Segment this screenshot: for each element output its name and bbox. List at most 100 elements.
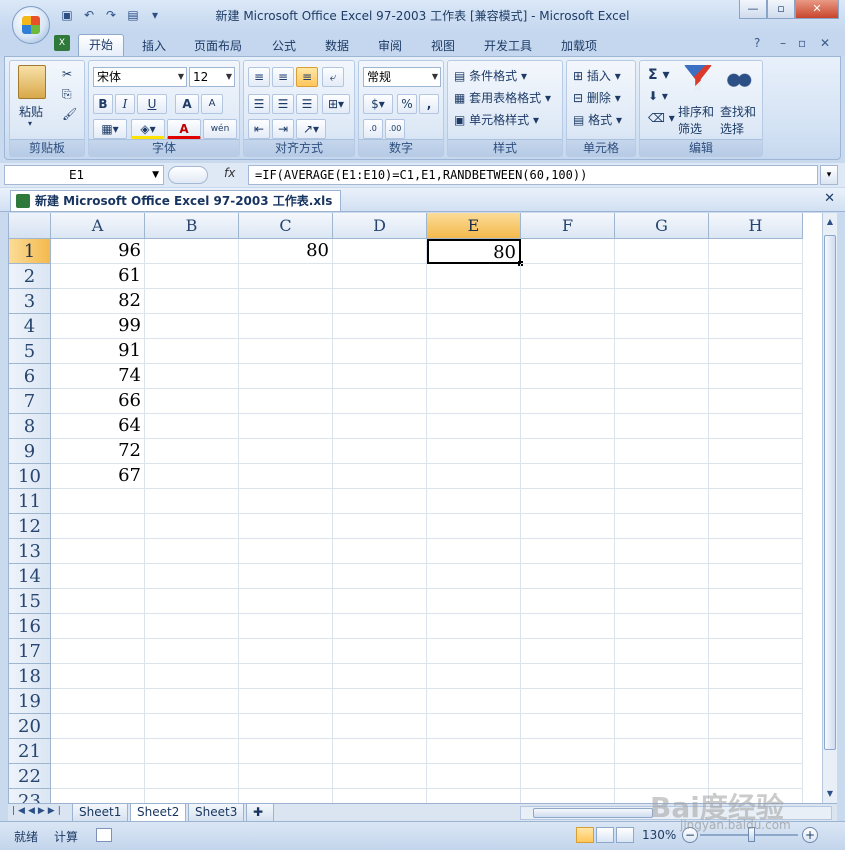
sheet-tab-1[interactable]: Sheet1: [72, 804, 129, 822]
cell-g4[interactable]: [615, 314, 709, 339]
cell-b11[interactable]: [145, 489, 239, 514]
cell-g6[interactable]: [615, 364, 709, 389]
cell-h14[interactable]: [709, 564, 803, 589]
cell-h9[interactable]: [709, 439, 803, 464]
cell-a2[interactable]: 61: [51, 264, 145, 289]
cell-f23[interactable]: [521, 789, 615, 803]
cell-c23[interactable]: [239, 789, 333, 803]
cell-g11[interactable]: [615, 489, 709, 514]
cell-f9[interactable]: [521, 439, 615, 464]
cell-g3[interactable]: [615, 289, 709, 314]
page-break-view-button[interactable]: [616, 827, 634, 843]
cell-a11[interactable]: [51, 489, 145, 514]
cell-c6[interactable]: [239, 364, 333, 389]
cell-d3[interactable]: [333, 289, 427, 314]
cell-c10[interactable]: [239, 464, 333, 489]
cell-d9[interactable]: [333, 439, 427, 464]
cell-h8[interactable]: [709, 414, 803, 439]
cell-e17[interactable]: [427, 639, 521, 664]
cell-d22[interactable]: [333, 764, 427, 789]
cell-d2[interactable]: [333, 264, 427, 289]
cell-f6[interactable]: [521, 364, 615, 389]
cell-f11[interactable]: [521, 489, 615, 514]
workbook-close-icon[interactable]: ✕: [824, 191, 835, 206]
italic-button[interactable]: I: [115, 94, 135, 114]
cell-h6[interactable]: [709, 364, 803, 389]
cell-f10[interactable]: [521, 464, 615, 489]
cell-c12[interactable]: [239, 514, 333, 539]
tab-review[interactable]: 审阅: [378, 36, 402, 56]
align-center-button[interactable]: ☰: [272, 94, 294, 114]
cell-d20[interactable]: [333, 714, 427, 739]
minimize-button[interactable]: —: [739, 0, 767, 19]
cell-c7[interactable]: [239, 389, 333, 414]
cell-c14[interactable]: [239, 564, 333, 589]
decrease-decimal-button[interactable]: .00: [385, 119, 405, 139]
cell-h15[interactable]: [709, 589, 803, 614]
formula-input[interactable]: =IF(AVERAGE(E1:E10)=C1,E1,RANDBETWEEN(60…: [248, 165, 818, 185]
cell-a5[interactable]: 91: [51, 339, 145, 364]
cell-g21[interactable]: [615, 739, 709, 764]
cell-f15[interactable]: [521, 589, 615, 614]
insert-sheet-icon[interactable]: ✚: [246, 804, 274, 822]
cell-f3[interactable]: [521, 289, 615, 314]
cell-d18[interactable]: [333, 664, 427, 689]
sort-filter-label-1[interactable]: 排序和: [678, 103, 714, 120]
cell-e2[interactable]: [427, 264, 521, 289]
cell-a8[interactable]: 64: [51, 414, 145, 439]
tab-addins[interactable]: 加载项: [561, 36, 597, 56]
cell-a23[interactable]: [51, 789, 145, 803]
cell-f12[interactable]: [521, 514, 615, 539]
grow-font-button[interactable]: A: [175, 94, 199, 114]
cell-a22[interactable]: [51, 764, 145, 789]
underline-button[interactable]: U: [137, 94, 167, 114]
cell-c18[interactable]: [239, 664, 333, 689]
cell-h19[interactable]: [709, 689, 803, 714]
align-right-button[interactable]: ☰: [296, 94, 318, 114]
cell-e16[interactable]: [427, 614, 521, 639]
align-bottom-button[interactable]: ≡: [296, 67, 318, 87]
format-painter-icon[interactable]: 🖌: [62, 107, 77, 121]
format-as-table-button[interactable]: ▦ 套用表格格式 ▾: [454, 89, 551, 106]
row-header-10[interactable]: 10: [9, 464, 51, 489]
row-header-5[interactable]: 5: [9, 339, 51, 364]
cell-d12[interactable]: [333, 514, 427, 539]
format-cells-button[interactable]: ▤ 格式 ▾: [573, 111, 622, 128]
row-header-7[interactable]: 7: [9, 389, 51, 414]
cell-h2[interactable]: [709, 264, 803, 289]
fill-icon[interactable]: ⬇ ▾: [648, 89, 668, 103]
border-button[interactable]: ▦▾: [93, 119, 127, 139]
zoom-in-button[interactable]: +: [802, 827, 818, 843]
comma-button[interactable]: ,: [419, 94, 439, 114]
cell-c19[interactable]: [239, 689, 333, 714]
cell-c11[interactable]: [239, 489, 333, 514]
cell-h11[interactable]: [709, 489, 803, 514]
wrap-text-button[interactable]: ⤶: [322, 67, 344, 87]
cell-a12[interactable]: [51, 514, 145, 539]
office-button[interactable]: [12, 6, 50, 44]
row-header-11[interactable]: 11: [9, 489, 51, 514]
cell-g19[interactable]: [615, 689, 709, 714]
ribbon-close-icon[interactable]: ✕: [820, 36, 830, 50]
cell-e13[interactable]: [427, 539, 521, 564]
cell-a6[interactable]: 74: [51, 364, 145, 389]
decrease-indent-button[interactable]: ⇤: [248, 119, 270, 139]
cell-g16[interactable]: [615, 614, 709, 639]
maximize-button[interactable]: ▫: [767, 0, 795, 19]
sheet-nav-icons[interactable]: |◀◀▶▶|: [12, 806, 64, 816]
cell-g10[interactable]: [615, 464, 709, 489]
paste-dropdown-icon[interactable]: ▾: [28, 119, 32, 128]
cell-a13[interactable]: [51, 539, 145, 564]
cell-h12[interactable]: [709, 514, 803, 539]
cell-b21[interactable]: [145, 739, 239, 764]
column-header-f[interactable]: F: [521, 213, 615, 239]
cell-b6[interactable]: [145, 364, 239, 389]
horizontal-scroll-thumb[interactable]: [533, 808, 653, 818]
tab-page-layout[interactable]: 页面布局: [194, 36, 242, 56]
cell-h21[interactable]: [709, 739, 803, 764]
cell-e9[interactable]: [427, 439, 521, 464]
cell-b22[interactable]: [145, 764, 239, 789]
scroll-up-icon[interactable]: ▲: [824, 215, 836, 229]
cell-e23[interactable]: [427, 789, 521, 803]
zoom-level[interactable]: 130%: [642, 828, 676, 842]
